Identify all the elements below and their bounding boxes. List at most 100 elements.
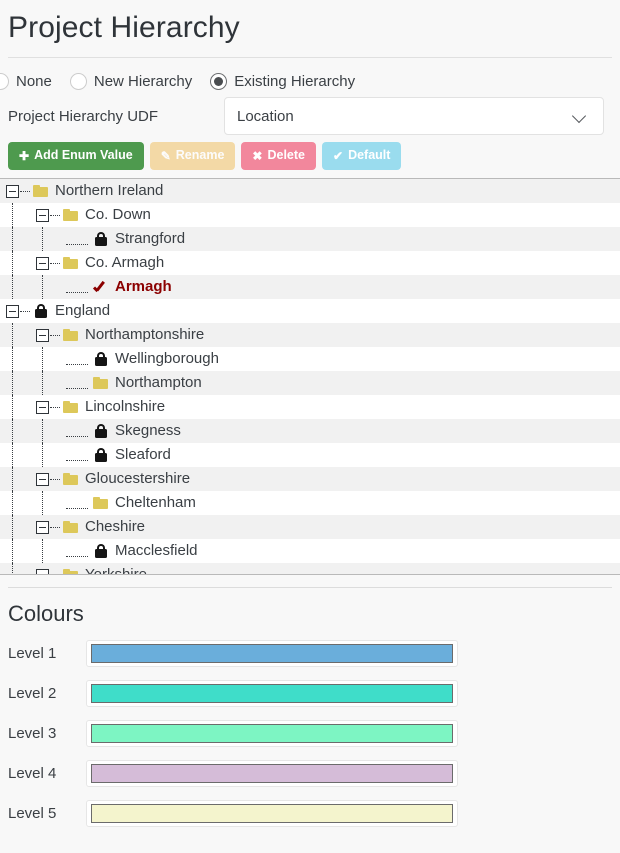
radio-button-icon[interactable] — [0, 72, 9, 90]
tree-guide-line — [12, 251, 13, 275]
tree-node[interactable]: Northampton — [0, 371, 620, 395]
tree-guide-line — [42, 491, 43, 515]
tree-collapse-icon[interactable] — [36, 520, 49, 534]
tree-node-label: Cheshire — [85, 518, 146, 535]
colour-picker-1[interactable] — [86, 639, 458, 667]
tree-node[interactable]: Gloucestershire — [0, 467, 620, 491]
udf-label: Project Hierarchy UDF — [8, 107, 159, 125]
tree-node[interactable]: Cheshire — [0, 515, 620, 539]
tree-guide-line — [42, 419, 43, 443]
tree-connector — [66, 545, 90, 557]
colour-swatch — [91, 763, 453, 783]
lock-icon — [92, 350, 110, 368]
add-enum-value-button[interactable]: ✚ Add Enum Value — [8, 141, 144, 170]
tree-node[interactable]: Co. Armagh — [0, 251, 620, 275]
project-hierarchy-page: Project Hierarchy None New Hierarchy Exist… — [0, 0, 620, 853]
colour-picker-2[interactable] — [86, 679, 458, 707]
tree-node-label: Strangford — [115, 230, 186, 247]
tree-node[interactable]: Skegness — [0, 419, 620, 443]
tree-node-label: Cheltenham — [115, 494, 196, 511]
tree-collapse-icon[interactable] — [36, 256, 49, 270]
hierarchy-tree[interactable]: Northern Ireland Co. Down Strangford Co. Ar… — [0, 178, 620, 575]
tree-node[interactable]: Northern Ireland — [0, 179, 620, 203]
folder-icon — [62, 566, 80, 574]
tree-indent — [0, 443, 66, 467]
colour-level-row: Level 5 — [8, 793, 612, 833]
tree-node[interactable]: Strangford — [0, 227, 620, 251]
radio-option-none[interactable]: None — [0, 72, 52, 90]
colour-levels-list: Level 1 Level 2 Level 3 Level 4 Level 5 — [8, 633, 612, 833]
udf-select[interactable]: Location — [224, 97, 604, 135]
tree-indent — [0, 371, 66, 395]
folder-icon — [32, 182, 50, 200]
tree-node-label: Armagh — [115, 278, 172, 295]
tree-collapse-icon[interactable] — [6, 304, 19, 318]
tree-connector — [66, 449, 90, 461]
colour-swatch — [91, 683, 453, 703]
tree-collapse-icon[interactable] — [36, 400, 49, 414]
tree-node[interactable]: Lincolnshire — [0, 395, 620, 419]
tree-collapse-icon[interactable] — [36, 328, 49, 342]
enum-toolbar: ✚ Add Enum Value ✎ Rename ✖ Delete ✔ Def… — [0, 132, 620, 170]
tree-indent — [0, 251, 36, 275]
tree-node[interactable]: Sleaford — [0, 443, 620, 467]
tree-indent — [0, 419, 66, 443]
tree-collapse-icon[interactable] — [6, 184, 19, 198]
radio-button-icon[interactable] — [69, 72, 87, 90]
tree-node-label: Sleaford — [115, 446, 171, 463]
tree-indent — [0, 323, 36, 347]
colour-picker-5[interactable] — [86, 799, 458, 827]
chevron-down-icon — [573, 111, 589, 121]
folder-icon — [62, 326, 80, 344]
radio-option-label: None — [16, 72, 52, 90]
tree-connector — [66, 377, 90, 389]
tree-collapse-icon[interactable] — [36, 472, 49, 486]
tree-node[interactable]: Cheltenham — [0, 491, 620, 515]
tree-node-label: England — [55, 302, 111, 319]
tree-guide-line — [12, 491, 13, 515]
hierarchy-mode-radio-group: None New Hierarchy Existing Hierarchy — [0, 58, 620, 92]
page-title: Project Hierarchy — [8, 11, 240, 44]
delete-button[interactable]: ✖ Delete — [241, 141, 316, 170]
radio-option-existing-hierarchy[interactable]: Existing Hierarchy — [210, 72, 356, 90]
folder-icon — [62, 398, 80, 416]
radio-button-icon[interactable] — [210, 72, 228, 90]
tree-node-label: Lincolnshire — [85, 398, 166, 415]
colour-level-row: Level 2 — [8, 673, 612, 713]
colour-picker-3[interactable] — [86, 719, 458, 747]
tree-connector — [66, 425, 90, 437]
folder-icon — [62, 206, 80, 224]
tree-collapse-icon[interactable] — [36, 568, 49, 574]
colour-picker-4[interactable] — [86, 759, 458, 787]
tree-node[interactable]: England — [0, 299, 620, 323]
tree-node[interactable]: Co. Down — [0, 203, 620, 227]
default-button[interactable]: ✔ Default — [322, 141, 402, 170]
tree-connector — [50, 478, 60, 480]
lock-icon — [32, 302, 50, 320]
tree-collapse-icon[interactable] — [36, 208, 49, 222]
radio-option-new-hierarchy[interactable]: New Hierarchy — [69, 72, 192, 90]
tree-indent — [0, 275, 66, 299]
radio-option-label: Existing Hierarchy — [234, 72, 356, 90]
tree-node[interactable]: Wellingborough — [0, 347, 620, 371]
tree-node[interactable]: Macclesfield — [0, 539, 620, 563]
tree-guide-line — [12, 563, 13, 574]
default-label: Default — [348, 148, 391, 163]
tree-node-label: Macclesfield — [115, 542, 198, 559]
tree-connector — [50, 526, 60, 528]
tree-node[interactable]: Yorkshire — [0, 563, 620, 574]
cross-icon: ✖ — [252, 148, 263, 163]
folder-icon — [62, 518, 80, 536]
rename-button[interactable]: ✎ Rename — [149, 141, 236, 170]
folder-icon — [62, 254, 80, 272]
colour-level-row: Level 4 — [8, 753, 612, 793]
tree-connector — [66, 497, 90, 509]
tree-indent — [0, 203, 36, 227]
udf-select-value: Location — [237, 107, 294, 125]
tree-connector — [50, 262, 60, 264]
tree-connector — [50, 406, 60, 408]
tree-node[interactable]: Northamptonshire — [0, 323, 620, 347]
tree-indent — [0, 347, 66, 371]
tree-node-label: Northampton — [115, 374, 202, 391]
tree-node[interactable]: Armagh — [0, 275, 620, 299]
